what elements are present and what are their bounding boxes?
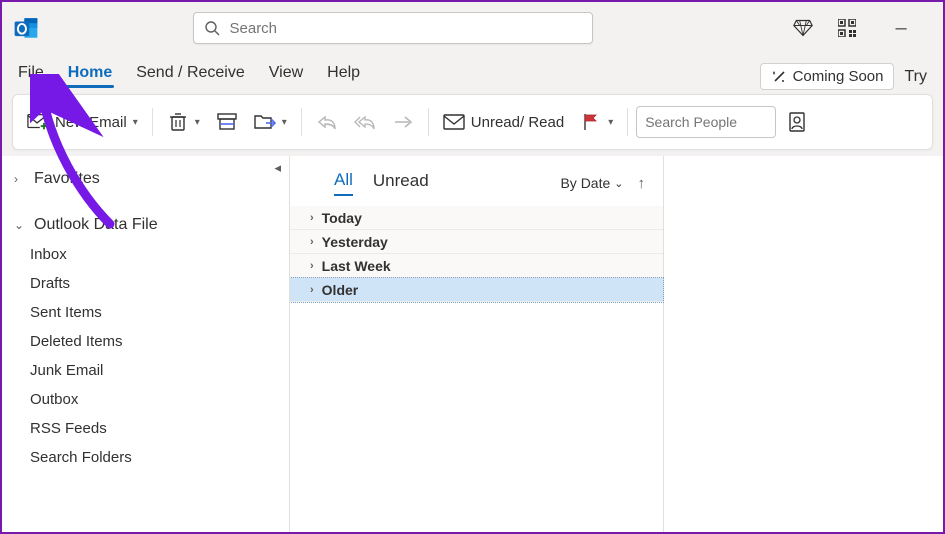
group-older[interactable]: › Older — [290, 278, 663, 302]
outlook-data-file-label: Outlook Data File — [34, 216, 158, 234]
archive-icon — [216, 111, 238, 133]
sort-direction-arrow[interactable]: ↑ — [638, 175, 646, 192]
folder-inbox[interactable]: Inbox — [30, 240, 289, 269]
coming-soon-toggle[interactable]: Coming Soon — [760, 63, 895, 90]
filter-bar: All Unread By Date ⌄ ↑ — [290, 164, 663, 206]
trash-icon — [167, 111, 189, 133]
message-groups: › Today › Yesterday › Last Week › Older — [290, 206, 663, 302]
address-book-icon — [786, 111, 808, 133]
folder-rss-feeds[interactable]: RSS Feeds — [30, 414, 289, 443]
forward-button[interactable] — [386, 104, 420, 140]
folder-deleted-items[interactable]: Deleted Items — [30, 327, 289, 356]
flag-icon — [580, 111, 602, 133]
move-to-folder-icon — [254, 111, 276, 133]
wand-icon — [771, 69, 787, 85]
forward-icon — [392, 111, 414, 133]
new-email-button[interactable]: New Email ▾ — [21, 104, 144, 140]
chevron-right-icon: › — [14, 172, 28, 186]
message-list-pane: All Unread By Date ⌄ ↑ › Today › Yesterday… — [290, 156, 664, 532]
tab-help[interactable]: Help — [325, 58, 362, 90]
new-email-icon — [27, 111, 49, 133]
folder-list: Inbox Drafts Sent Items Deleted Items Ju… — [2, 240, 289, 472]
reply-all-icon — [354, 111, 376, 133]
tab-file[interactable]: File — [16, 58, 46, 90]
chevron-right-icon: › — [310, 212, 314, 224]
filter-unread[interactable]: Unread — [373, 171, 429, 195]
group-label: Yesterday — [322, 234, 388, 250]
folder-outbox[interactable]: Outbox — [30, 385, 289, 414]
ribbon-toolbar: New Email ▾ ▾ ▾ Unread/ Read — [12, 94, 933, 150]
chevron-right-icon: › — [310, 284, 314, 296]
group-last-week[interactable]: › Last Week — [290, 254, 663, 278]
group-today[interactable]: › Today — [290, 206, 663, 230]
favorites-label: Favorites — [34, 170, 100, 188]
qr-code-icon[interactable] — [837, 18, 857, 38]
folder-pane: ◂ › Favorites ⌄ Outlook Data File Inbox … — [2, 156, 290, 532]
global-search[interactable] — [193, 12, 593, 44]
group-label: Older — [322, 282, 359, 298]
group-yesterday[interactable]: › Yesterday — [290, 230, 663, 254]
group-label: Today — [322, 210, 362, 226]
search-icon — [204, 20, 220, 36]
search-input[interactable] — [230, 20, 582, 37]
folder-junk-email[interactable]: Junk Email — [30, 356, 289, 385]
premium-diamond-icon[interactable] — [793, 18, 813, 38]
favorites-group[interactable]: › Favorites — [2, 164, 289, 194]
coming-soon-label: Coming Soon — [793, 68, 884, 85]
archive-button[interactable] — [210, 104, 244, 140]
folder-drafts[interactable]: Drafts — [30, 269, 289, 298]
flag-button[interactable]: ▾ — [574, 104, 619, 140]
unread-read-label: Unread/ Read — [471, 114, 564, 131]
chevron-down-icon: ▾ — [608, 117, 613, 128]
chevron-down-icon[interactable]: ▾ — [195, 117, 200, 128]
unread-read-button[interactable]: Unread/ Read — [437, 104, 570, 140]
try-button[interactable]: Try — [902, 64, 929, 90]
chevron-right-icon: › — [310, 260, 314, 272]
minimize-button[interactable]: ‒ — [881, 17, 921, 40]
menu-tabs: File Home Send / Receive View Help Comin… — [2, 54, 943, 90]
tab-home[interactable]: Home — [66, 58, 114, 90]
chevron-right-icon: › — [310, 236, 314, 248]
filter-all[interactable]: All — [334, 170, 353, 196]
reply-all-button[interactable] — [348, 104, 382, 140]
chevron-down-icon: ▾ — [133, 117, 138, 128]
sort-by-label: By Date — [560, 175, 610, 191]
new-email-label: New Email — [55, 114, 127, 131]
delete-button[interactable]: ▾ — [161, 104, 206, 140]
reading-pane — [664, 156, 943, 532]
address-book-button[interactable] — [780, 104, 814, 140]
collapse-folder-pane[interactable]: ◂ — [274, 160, 281, 176]
chevron-down-icon: ⌄ — [614, 177, 623, 190]
chevron-down-icon: ▾ — [282, 117, 287, 128]
reply-button[interactable] — [310, 104, 344, 140]
group-label: Last Week — [322, 258, 391, 274]
sort-by-dropdown[interactable]: By Date ⌄ ↑ — [560, 175, 645, 192]
outlook-data-file-group[interactable]: ⌄ Outlook Data File — [2, 210, 289, 240]
outlook-app-icon — [12, 14, 40, 42]
envelope-icon — [443, 111, 465, 133]
tab-send-receive[interactable]: Send / Receive — [134, 58, 247, 90]
folder-search-folders[interactable]: Search Folders — [30, 443, 289, 472]
folder-sent-items[interactable]: Sent Items — [30, 298, 289, 327]
move-button[interactable]: ▾ — [248, 104, 293, 140]
content-area: ◂ › Favorites ⌄ Outlook Data File Inbox … — [2, 156, 943, 532]
title-bar: ‒ — [2, 2, 943, 54]
tab-view[interactable]: View — [267, 58, 305, 90]
chevron-down-icon: ⌄ — [14, 218, 28, 232]
search-people-input[interactable] — [636, 106, 776, 138]
reply-icon — [316, 111, 338, 133]
